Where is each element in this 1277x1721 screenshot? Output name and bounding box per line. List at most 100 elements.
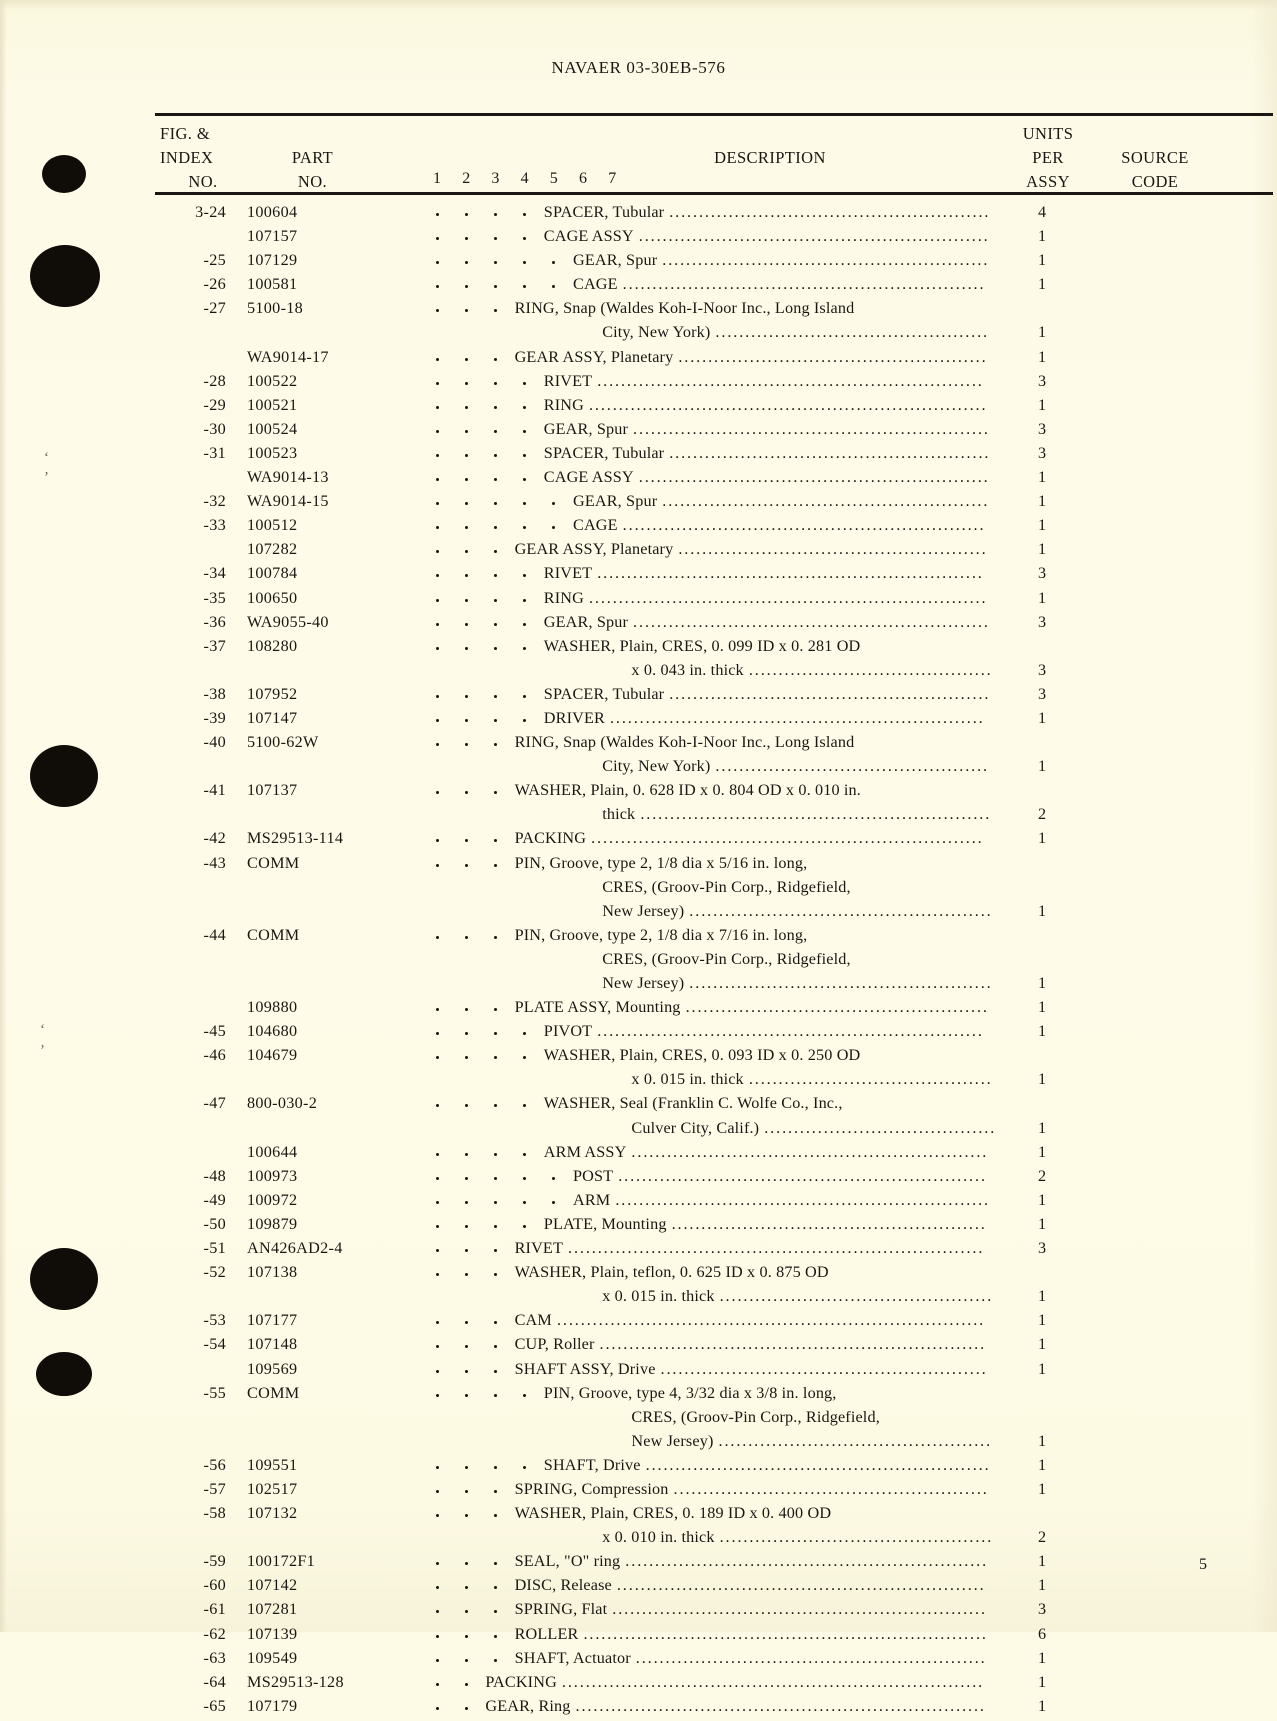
row-description: New Jersey)	[602, 974, 685, 992]
dot-leader: ........................................…	[588, 588, 988, 607]
table-row: x 0. 015 in. thick......................…	[0, 1070, 1277, 1094]
row-units-per-assy: 2	[1037, 805, 1047, 824]
table-row: -37 108280 WASHER, Plain, CRES, 0. 099 ID …	[0, 637, 1277, 661]
table-row: -63 109549 SHAFT, Actuator................…	[0, 1649, 1277, 1673]
row-description: GEAR, Spur	[543, 419, 629, 438]
table-row: -38 107952 SPACER, Tubular................…	[0, 685, 1277, 709]
table-row: 109880 PLATE ASSY, Mounting..............…	[0, 998, 1277, 1022]
dot-leader: ........................................…	[622, 275, 986, 294]
table-row: -65 107179 GEAR, Ring.....................…	[0, 1697, 1277, 1721]
row-units-per-assy: 6	[1037, 1624, 1047, 1643]
row-description: ROLLER	[514, 1624, 579, 1643]
row-units-per-assy: 3	[1037, 564, 1047, 583]
row-units-per-assy: 1	[1037, 1142, 1047, 1161]
row-units-per-assy: 1	[1037, 347, 1047, 366]
indent-column-number-1: 1	[433, 170, 441, 187]
table-row: CRES, (Groov-Pin Corp., Ridgefield,	[0, 1408, 1277, 1432]
row-units-per-assy: 1	[1037, 1118, 1047, 1137]
dot-leader: ........................................…	[685, 998, 989, 1017]
row-description: PACKING	[514, 829, 587, 848]
row-description: DRIVER	[543, 708, 605, 727]
dot-leader: ........................................…	[597, 371, 984, 390]
dot-leader: ........................................…	[645, 1455, 991, 1474]
dot-leader: ........................................…	[631, 1142, 989, 1161]
row-description: RIVET	[543, 371, 593, 390]
row-description: CRES, (Groov-Pin Corp., Ridgefield,	[602, 949, 851, 968]
row-units-per-assy: 1	[1037, 492, 1047, 511]
row-units-per-assy: 1	[1037, 1070, 1047, 1089]
row-units-per-assy: 1	[1037, 1455, 1047, 1474]
row-units-per-assy: 1	[1037, 998, 1047, 1017]
table-row: thick...................................…	[0, 805, 1277, 829]
row-units-per-assy: 3	[1037, 684, 1047, 703]
dot-leader: ........................................…	[660, 1359, 988, 1378]
table-row: 3-24 100604 SPACER, Tubular...............…	[0, 203, 1277, 227]
table-row: -40 5100-62W RING, Snap (Waldes Koh-I-Noor…	[0, 733, 1277, 757]
table-row: -49 100972 ARM............................…	[0, 1191, 1277, 1215]
column-header-part-no: PART NO.	[240, 146, 385, 194]
row-units-per-assy: 1	[1037, 1287, 1047, 1306]
table-row: -47 800-030-2 WASHER, Seal (Franklin C. Wo…	[0, 1094, 1277, 1118]
table-row: -62 107139 ROLLER.........................…	[0, 1625, 1277, 1649]
row-description: RIVET	[514, 1239, 563, 1258]
fig-index-line-1: FIG. &	[160, 124, 211, 143]
row-description: PLATE, Mounting	[543, 1214, 667, 1233]
row-units-per-assy: 1	[1037, 1190, 1047, 1209]
table-row: -55 COMM PIN, Groove, type 4, 3/32 dia x 3…	[0, 1384, 1277, 1408]
row-units-per-assy: 1	[1037, 227, 1047, 246]
dot-leader: ........................................…	[671, 1214, 987, 1233]
dot-leader: ........................................…	[591, 829, 984, 848]
indent-level-dots	[0, 1022, 700, 1046]
dot-leader: ........................................…	[609, 708, 985, 727]
table-row: -28 100522 RIVET..........................…	[0, 372, 1277, 396]
units-line-2: PER	[1032, 148, 1064, 167]
dot-leader: ........................................…	[618, 1166, 987, 1185]
part-no-line-2: NO.	[297, 172, 328, 191]
row-units-per-assy: 2	[1037, 1166, 1047, 1185]
row-description: GEAR ASSY, Planetary	[514, 540, 674, 559]
row-units-per-assy: 1	[1037, 468, 1047, 487]
row-description: SHAFT, Actuator	[514, 1648, 631, 1667]
dot-leader: ........................................…	[719, 1287, 994, 1306]
table-row: -26 100581 CAGE...........................…	[0, 275, 1277, 299]
column-header-units-per-assy: UNITS PER ASSY	[1000, 122, 1096, 194]
parts-list-body: 3-24 100604 SPACER, Tubular...............…	[0, 203, 1277, 1721]
dot-leader: ........................................…	[633, 419, 990, 438]
dot-leader: ........................................…	[622, 516, 986, 535]
row-description: PIN, Groove, type 2, 1/8 dia x 5/16 in. …	[514, 853, 808, 872]
table-row: -30 100524 GEAR, Spur.....................…	[0, 420, 1277, 444]
table-row: 100644 ARM ASSY..........................…	[0, 1143, 1277, 1167]
row-units-per-assy: 1	[1037, 1022, 1047, 1041]
dot-leader: ........................................…	[748, 660, 993, 679]
row-description: SHAFT, Drive	[543, 1455, 641, 1474]
row-units-per-assy: 3	[1037, 660, 1047, 679]
row-units-per-assy: 1	[1037, 540, 1047, 559]
indent-column-number-5: 5	[549, 170, 558, 187]
table-row: x 0. 043 in. thick......................…	[0, 661, 1277, 685]
dot-leader: ........................................…	[678, 347, 988, 366]
row-description: PACKING	[485, 1672, 557, 1691]
row-description: x 0. 010 in. thick	[602, 1528, 715, 1547]
table-row: City, New York).........................…	[0, 323, 1277, 347]
row-description: CAM	[514, 1311, 552, 1330]
table-row: New Jersey).............................…	[0, 902, 1277, 926]
table-row: -36 WA9055-40 GEAR, Spur..................…	[0, 613, 1277, 637]
dot-leader: ........................................…	[678, 540, 988, 559]
row-description: CAGE ASSY	[543, 468, 634, 487]
table-row: -58 107132 WASHER, Plain, CRES, 0. 189 ID …	[0, 1504, 1277, 1528]
row-description: PIN, Groove, type 4, 3/32 dia x 3/8 in. …	[543, 1383, 837, 1402]
row-description: CAGE ASSY	[543, 227, 634, 246]
dot-leader: ........................................…	[662, 492, 990, 511]
dot-leader: ........................................…	[612, 1600, 987, 1619]
fig-index-line-2: INDEX	[160, 148, 214, 167]
row-description: SHAFT ASSY, Drive	[514, 1359, 656, 1378]
indent-level-dots	[0, 372, 700, 396]
dot-leader: ........................................…	[556, 1311, 986, 1330]
row-units-per-assy: 1	[1037, 829, 1047, 848]
dot-leader: ........................................…	[718, 1431, 993, 1450]
row-description: SEAL, "O" ring	[514, 1552, 621, 1571]
indent-column-number-6: 6	[579, 170, 587, 187]
row-description: WASHER, Plain, CRES, 0. 093 ID x 0. 250 …	[543, 1046, 861, 1065]
row-units-per-assy: 1	[1037, 323, 1047, 342]
row-description: SPACER, Tubular	[543, 443, 665, 462]
